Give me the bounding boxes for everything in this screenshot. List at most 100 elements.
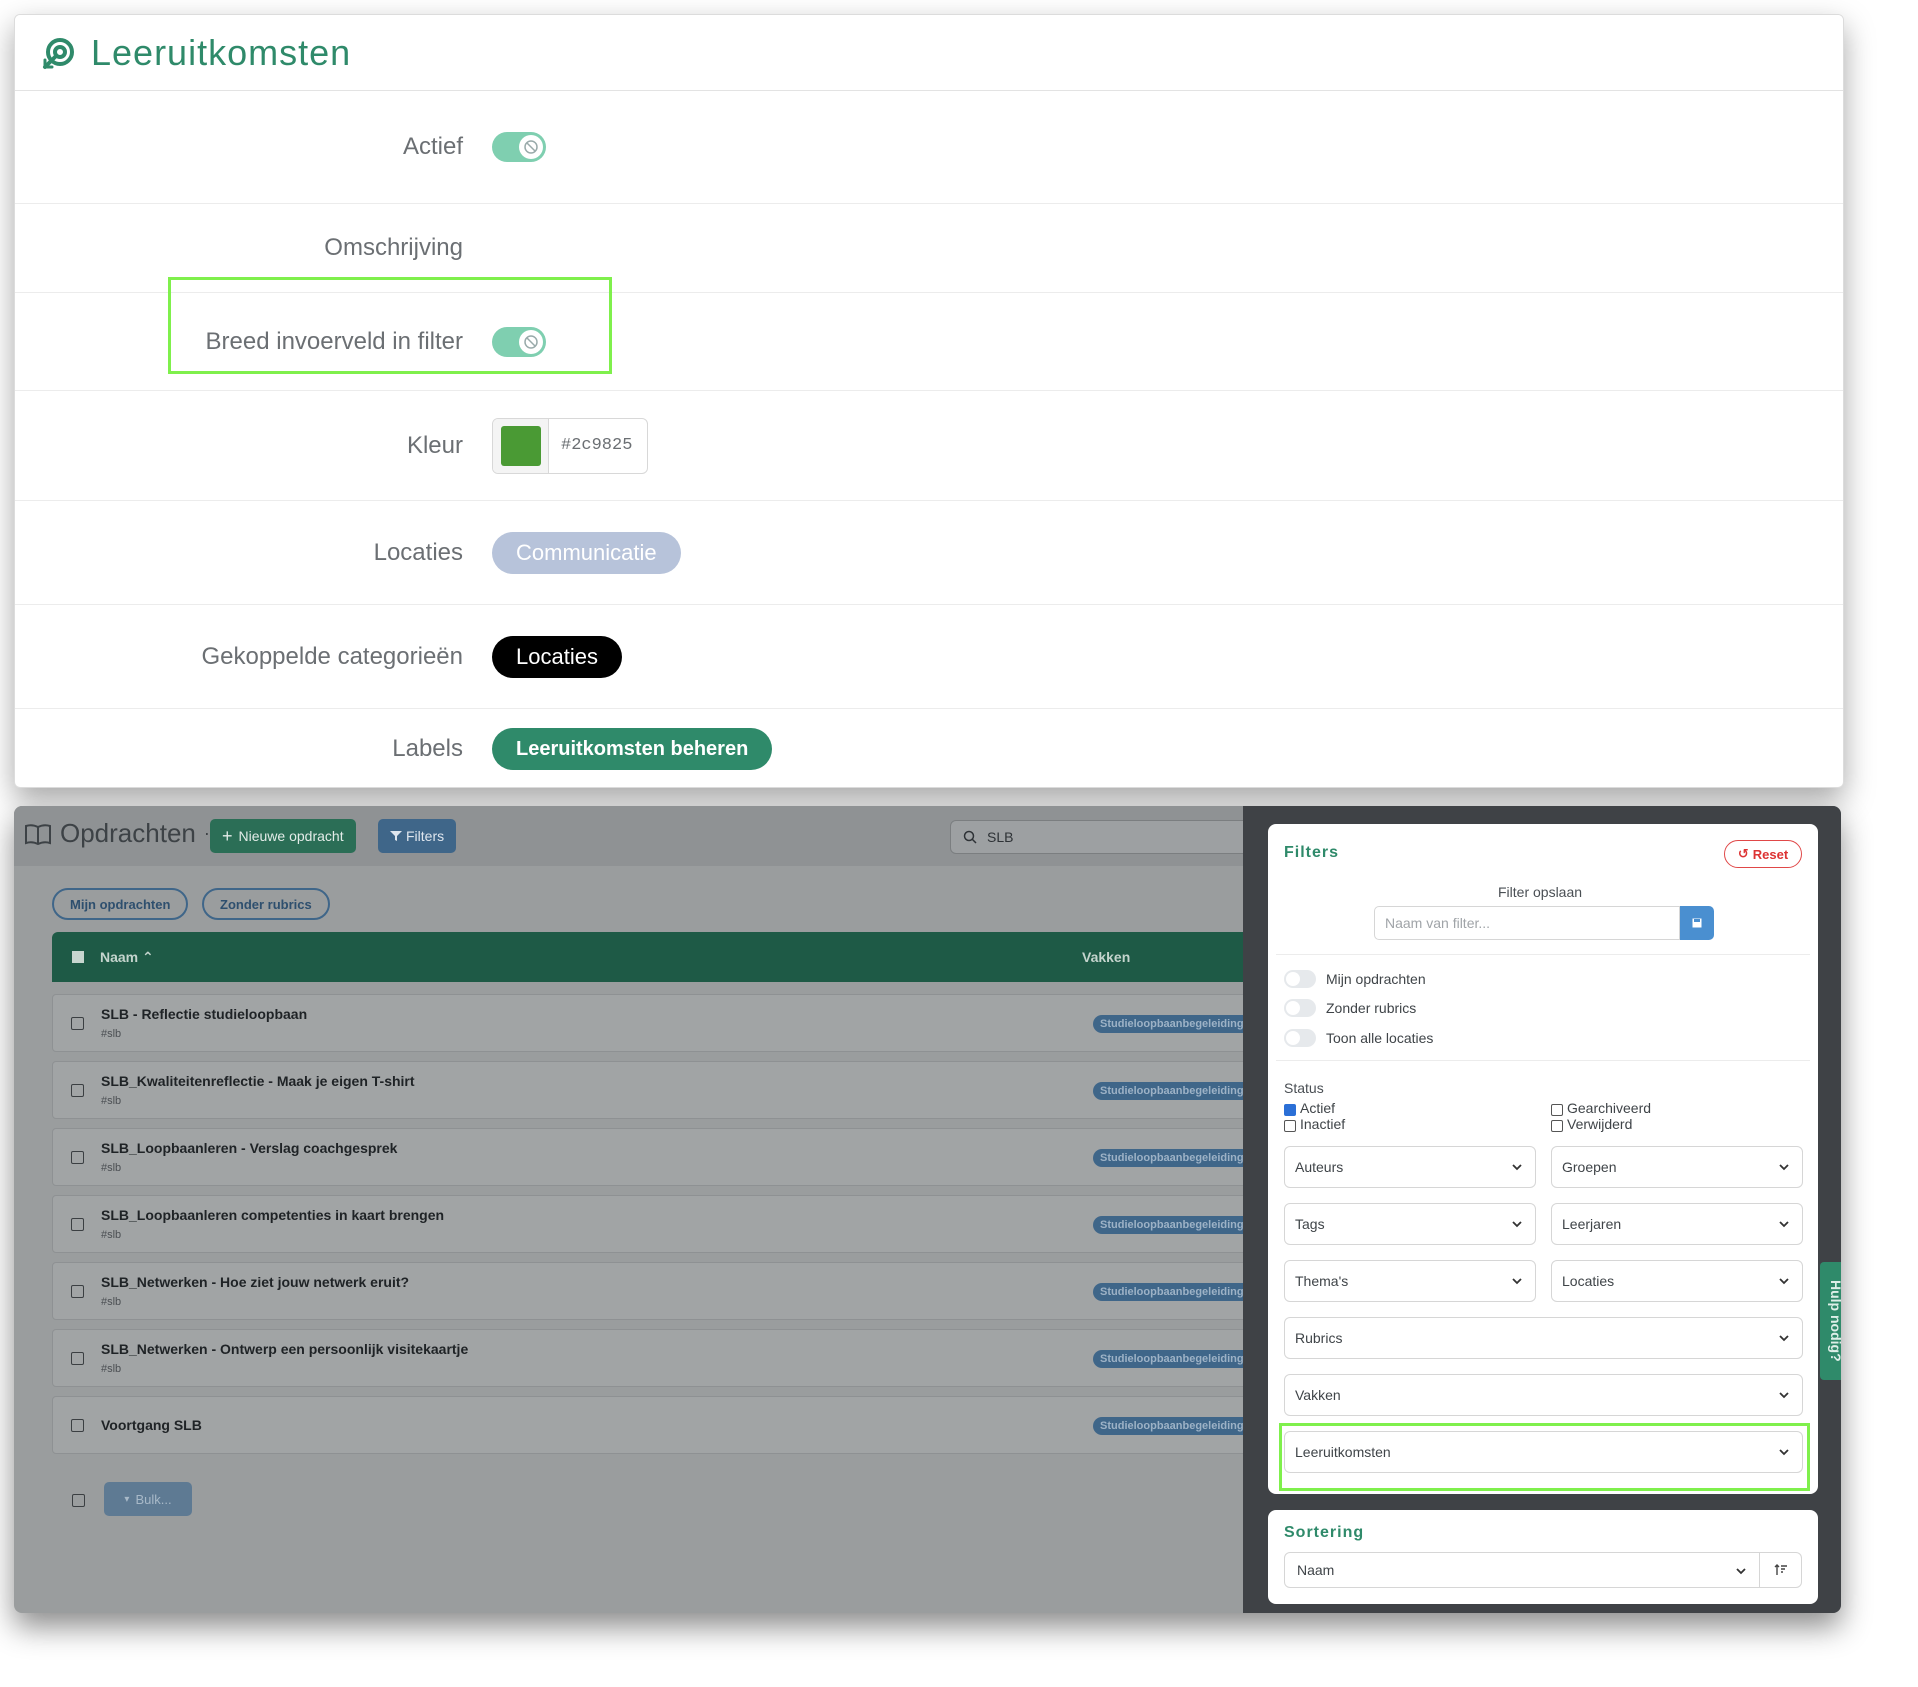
row-checkbox[interactable] <box>71 1352 84 1365</box>
groepen-select[interactable]: Groepen <box>1551 1146 1803 1188</box>
funnel-icon <box>390 831 402 841</box>
sorting-panel: Sortering Naam <box>1268 1510 1818 1604</box>
row-checkbox[interactable] <box>71 1218 84 1231</box>
row-actief: Actief <box>15 91 1843 204</box>
chevron-down-icon <box>1779 1164 1789 1171</box>
settings-header: Leeruitkomsten <box>15 15 1843 91</box>
bulk-checkbox[interactable] <box>72 1494 85 1507</box>
save-filter-button[interactable] <box>1680 906 1714 940</box>
bulk-button[interactable]: ▾ Bulk... <box>104 1482 192 1516</box>
table-row[interactable]: SLB_Netwerken - Hoe ziet jouw netwerk er… <box>52 1262 1273 1320</box>
filter-opslaan-label: Filter opslaan <box>1498 884 1583 900</box>
search-icon <box>963 830 977 844</box>
kleur-input[interactable]: #2c9825 <box>492 417 648 474</box>
highlight-leeruitkomsten-select <box>1279 1423 1810 1491</box>
table-row[interactable]: SLB_Loopbaanleren - Verslag coachgesprek… <box>52 1128 1273 1186</box>
row-checkbox[interactable] <box>71 1419 84 1432</box>
settings-card: Leeruitkomsten Actief Omschrijving Breed… <box>14 14 1844 788</box>
highlight-breed-invoerveld <box>168 277 612 374</box>
leerjaren-select[interactable]: Leerjaren <box>1551 1203 1803 1245</box>
row-gekoppelde-categorieen: Gekoppelde categorieën Locaties <box>15 605 1843 709</box>
table-row[interactable]: SLB_Kwaliteitenreflectie - Maak je eigen… <box>52 1061 1273 1119</box>
row-checkbox[interactable] <box>71 1285 84 1298</box>
status-actief-checkbox[interactable] <box>1284 1104 1296 1116</box>
floppy-icon <box>1692 918 1702 928</box>
filters-button[interactable]: Filters <box>378 819 457 853</box>
row-name[interactable]: SLB_Loopbaanleren competenties in kaart … <box>101 1207 444 1223</box>
row-checkbox[interactable] <box>71 1017 84 1030</box>
row-name[interactable]: Voortgang SLB <box>101 1417 202 1433</box>
actief-toggle[interactable] <box>492 132 546 162</box>
chevron-down-icon <box>1779 1392 1789 1399</box>
search-input[interactable]: SLB <box>950 820 1250 854</box>
chip-mijn-opdrachten[interactable]: Mijn opdrachten <box>52 888 189 920</box>
hulp-nodig-tab[interactable]: Hulp nodig? <box>1820 1262 1841 1380</box>
table-row[interactable]: SLB_Loopbaanleren competenties in kaart … <box>52 1195 1273 1253</box>
search-value: SLB <box>987 829 1014 845</box>
row-name[interactable]: SLB_Netwerken - Ontwerp een persoonlijk … <box>101 1341 468 1357</box>
chevron-down-icon <box>1736 1568 1746 1575</box>
chevron-down-icon <box>1512 1164 1522 1171</box>
locaties-select[interactable]: Locaties <box>1551 1260 1803 1302</box>
sort-ascending-icon <box>1774 1564 1787 1575</box>
col-vakken[interactable]: Vakken <box>1082 949 1130 965</box>
table-row[interactable]: Voortgang SLB Studieloopbaanbegeleiding <box>52 1396 1273 1454</box>
chevron-down-icon <box>1779 1335 1789 1342</box>
toggle-toon-alle-locaties-label: Toon alle locaties <box>1326 1030 1434 1046</box>
nieuwe-opdracht-button[interactable]: + Nieuwe opdracht <box>210 819 356 853</box>
toggle-toon-alle-locaties[interactable] <box>1284 1029 1316 1047</box>
table-header: Naam ⌃ Vakken <box>52 932 1252 982</box>
row-name[interactable]: SLB_Loopbaanleren - Verslag coachgesprek <box>101 1140 397 1156</box>
status-label: Status <box>1284 1080 1324 1096</box>
opdrachten-title: Opdrachten <box>60 818 196 848</box>
vakken-select[interactable]: Vakken <box>1284 1374 1803 1416</box>
actief-label: Actief <box>402 133 463 160</box>
status-inactief-checkbox[interactable] <box>1284 1120 1296 1132</box>
opdrachten-screen: Opdrachten · + Nieuwe opdracht Filters S… <box>14 806 1841 1613</box>
tags-select[interactable]: Tags <box>1284 1203 1536 1245</box>
locaties-label: Locaties <box>373 538 463 566</box>
undo-icon: ↺ <box>1737 846 1749 861</box>
themas-select[interactable]: Thema's <box>1284 1260 1536 1302</box>
table-row[interactable]: SLB - Reflectie studieloopbaan #slb Stud… <box>52 994 1273 1052</box>
status-gearchiveerd-checkbox[interactable] <box>1551 1104 1563 1116</box>
opdrachten-title-wrap: Opdrachten · <box>24 818 218 849</box>
status-verwijderd-label: Verwijderd <box>1567 1116 1633 1132</box>
sort-select[interactable]: Naam <box>1284 1552 1760 1588</box>
row-checkbox[interactable] <box>71 1151 84 1164</box>
chevron-down-icon <box>1512 1278 1522 1285</box>
filters-title: Filters <box>1284 844 1340 861</box>
toggle-zonder-rubrics[interactable] <box>1284 999 1316 1017</box>
leeruitkomsten-logo-icon <box>43 37 74 69</box>
labels-label: Labels <box>392 735 463 762</box>
row-name[interactable]: SLB_Kwaliteitenreflectie - Maak je eigen… <box>101 1073 415 1089</box>
locaties-pill[interactable]: Communicatie <box>492 531 681 574</box>
status-verwijderd-checkbox[interactable] <box>1551 1120 1563 1132</box>
status-gearchiveerd-label: Gearchiveerd <box>1567 1100 1652 1116</box>
select-all-checkbox[interactable] <box>72 951 84 963</box>
row-name[interactable]: SLB_Netwerken - Hoe ziet jouw netwerk er… <box>101 1274 409 1290</box>
sorting-title: Sortering <box>1284 1524 1365 1541</box>
row-tag: #slb <box>101 1229 122 1241</box>
col-naam[interactable]: Naam ⌃ <box>100 949 154 966</box>
reset-button[interactable]: ↺ Reset <box>1724 840 1802 868</box>
auteurs-select[interactable]: Auteurs <box>1284 1146 1536 1188</box>
filter-name-input[interactable]: Naam van filter... <box>1374 906 1680 940</box>
nieuwe-opdracht-label: Nieuwe opdracht <box>238 828 344 844</box>
rubrics-select[interactable]: Rubrics <box>1284 1317 1803 1359</box>
chip-zonder-rubrics[interactable]: Zonder rubrics <box>202 888 330 920</box>
table-row[interactable]: SLB_Netwerken - Ontwerp een persoonlijk … <box>52 1329 1273 1387</box>
chevron-down-icon <box>1779 1278 1789 1285</box>
kleur-value: #2c9825 <box>561 436 633 455</box>
filters-button-label: Filters <box>406 828 445 844</box>
sort-direction-button[interactable] <box>1760 1552 1802 1588</box>
chevron-down-icon <box>1779 1221 1789 1228</box>
row-name[interactable]: SLB - Reflectie studieloopbaan <box>101 1006 307 1022</box>
row-checkbox[interactable] <box>71 1084 84 1097</box>
leeruitkomsten-beheren-button[interactable]: Leeruitkomsten beheren <box>492 728 773 770</box>
toggle-mijn-opdrachten-label: Mijn opdrachten <box>1326 971 1426 987</box>
kleur-swatch[interactable] <box>500 425 541 466</box>
status-actief-label: Actief <box>1300 1100 1336 1116</box>
gekoppelde-pill[interactable]: Locaties <box>492 635 622 678</box>
toggle-mijn-opdrachten[interactable] <box>1284 970 1316 988</box>
